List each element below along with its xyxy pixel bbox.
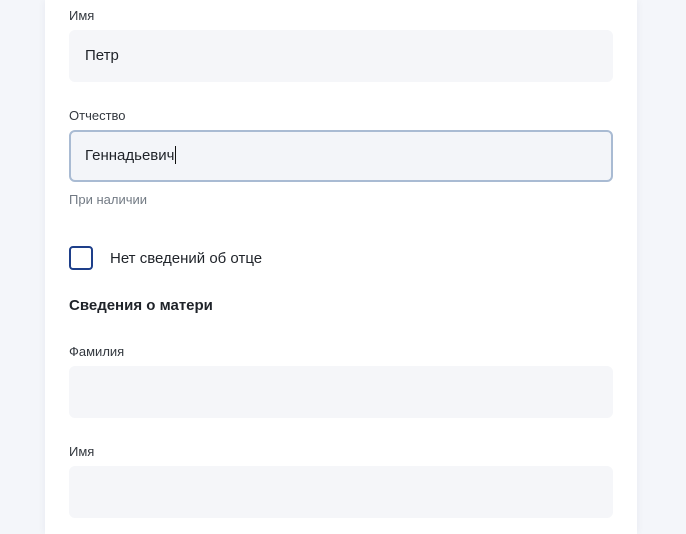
no-father-info-label[interactable]: Нет сведений об отце [110,250,262,267]
father-first-name-label: Имя [69,8,95,23]
father-first-name-value: Петр [85,47,119,64]
form-card: Имя Петр Отчество Геннадьевич При наличи… [45,0,637,534]
father-patronymic-label: Отчество [69,108,126,123]
mother-first-name-input[interactable] [69,466,613,518]
father-patronymic-input[interactable]: Геннадьевич [69,130,613,182]
no-father-info-checkbox-row[interactable]: Нет сведений об отце [69,246,262,270]
father-first-name-input[interactable]: Петр [69,30,613,82]
mother-last-name-input[interactable] [69,366,613,418]
text-caret [175,146,177,165]
no-father-info-checkbox[interactable] [69,246,93,270]
mother-section-title: Сведения о матери [69,297,213,314]
father-patronymic-hint: При наличии [69,192,147,207]
father-patronymic-value: Геннадьевич [85,147,175,164]
mother-first-name-label: Имя [69,444,95,459]
mother-last-name-label: Фамилия [69,344,125,359]
